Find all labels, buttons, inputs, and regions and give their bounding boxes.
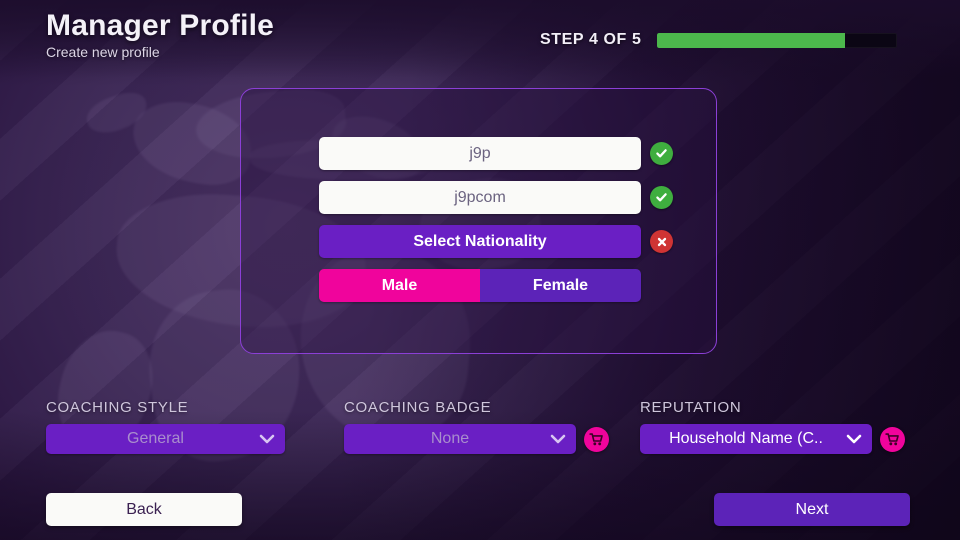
error-circle-icon [650,230,673,253]
coaching-style-value: General [127,430,184,447]
progress-bar-track [657,32,898,48]
chevron-down-icon [550,434,566,444]
coaching-badge-label: COACHING BADGE [344,399,492,416]
next-button[interactable]: Next [714,493,910,526]
coaching-style-row: General [46,424,285,454]
chevron-down-icon [846,434,862,444]
last-name-row [319,181,673,214]
profile-form-fields: Select Nationality Male Female [319,137,673,302]
manager-profile-screen: Manager Profile Create new profile STEP … [0,0,960,540]
progress-bar-fill [657,32,845,48]
coaching-badge-row: None [344,424,609,454]
profile-form-panel: Select Nationality Male Female [240,88,717,354]
coaching-style-dropdown[interactable]: General [46,424,285,454]
step-label: STEP 4 OF 5 [540,31,642,48]
gender-option-female[interactable]: Female [480,269,641,302]
select-nationality-button[interactable]: Select Nationality [319,225,641,258]
reputation-group: REPUTATION Household Name (C.. [640,399,905,454]
coaching-badge-dropdown[interactable]: None [344,424,576,454]
page-title: Manager Profile [46,9,275,42]
gender-row: Male Female [319,269,673,302]
last-name-input[interactable] [319,181,641,214]
reputation-value: Household Name (C.. [669,430,823,447]
gender-toggle: Male Female [319,269,641,302]
first-name-row [319,137,673,170]
coaching-style-group: COACHING STYLE General [46,399,285,454]
coaching-badge-value: None [430,430,470,447]
reputation-row: Household Name (C.. [640,424,905,454]
shopping-cart-icon [885,432,899,445]
check-circle-icon [650,142,673,165]
page-subtitle: Create new profile [46,43,160,60]
coaching-style-label: COACHING STYLE [46,399,189,416]
header: Manager Profile Create new profile [46,10,274,60]
coaching-badge-group: COACHING BADGE None [344,399,609,454]
coaching-badge-store-button[interactable] [584,426,609,452]
gender-option-male[interactable]: Male [319,269,480,302]
shopping-cart-icon [589,432,603,445]
check-circle-icon [650,186,673,209]
reputation-store-button[interactable] [880,426,905,452]
first-name-input[interactable] [319,137,641,170]
back-button[interactable]: Back [46,493,242,526]
chevron-down-icon [259,434,275,444]
reputation-label: REPUTATION [640,399,742,416]
reputation-dropdown[interactable]: Household Name (C.. [640,424,872,454]
nationality-row: Select Nationality [319,225,673,258]
step-progress: STEP 4 OF 5 [540,31,898,49]
